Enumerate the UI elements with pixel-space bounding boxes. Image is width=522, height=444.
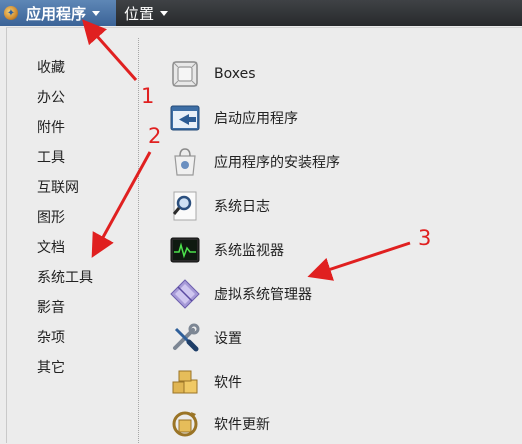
annotation-arrows — [82, 19, 411, 281]
annotation-arrow-1 — [82, 19, 138, 81]
annotation-arrow-3 — [307, 241, 411, 281]
annotation-number-3: 3 — [418, 226, 432, 250]
annotation-arrow-2 — [91, 151, 152, 258]
annotation-number-1: 1 — [141, 84, 155, 108]
annotation-number-2: 2 — [148, 124, 162, 148]
